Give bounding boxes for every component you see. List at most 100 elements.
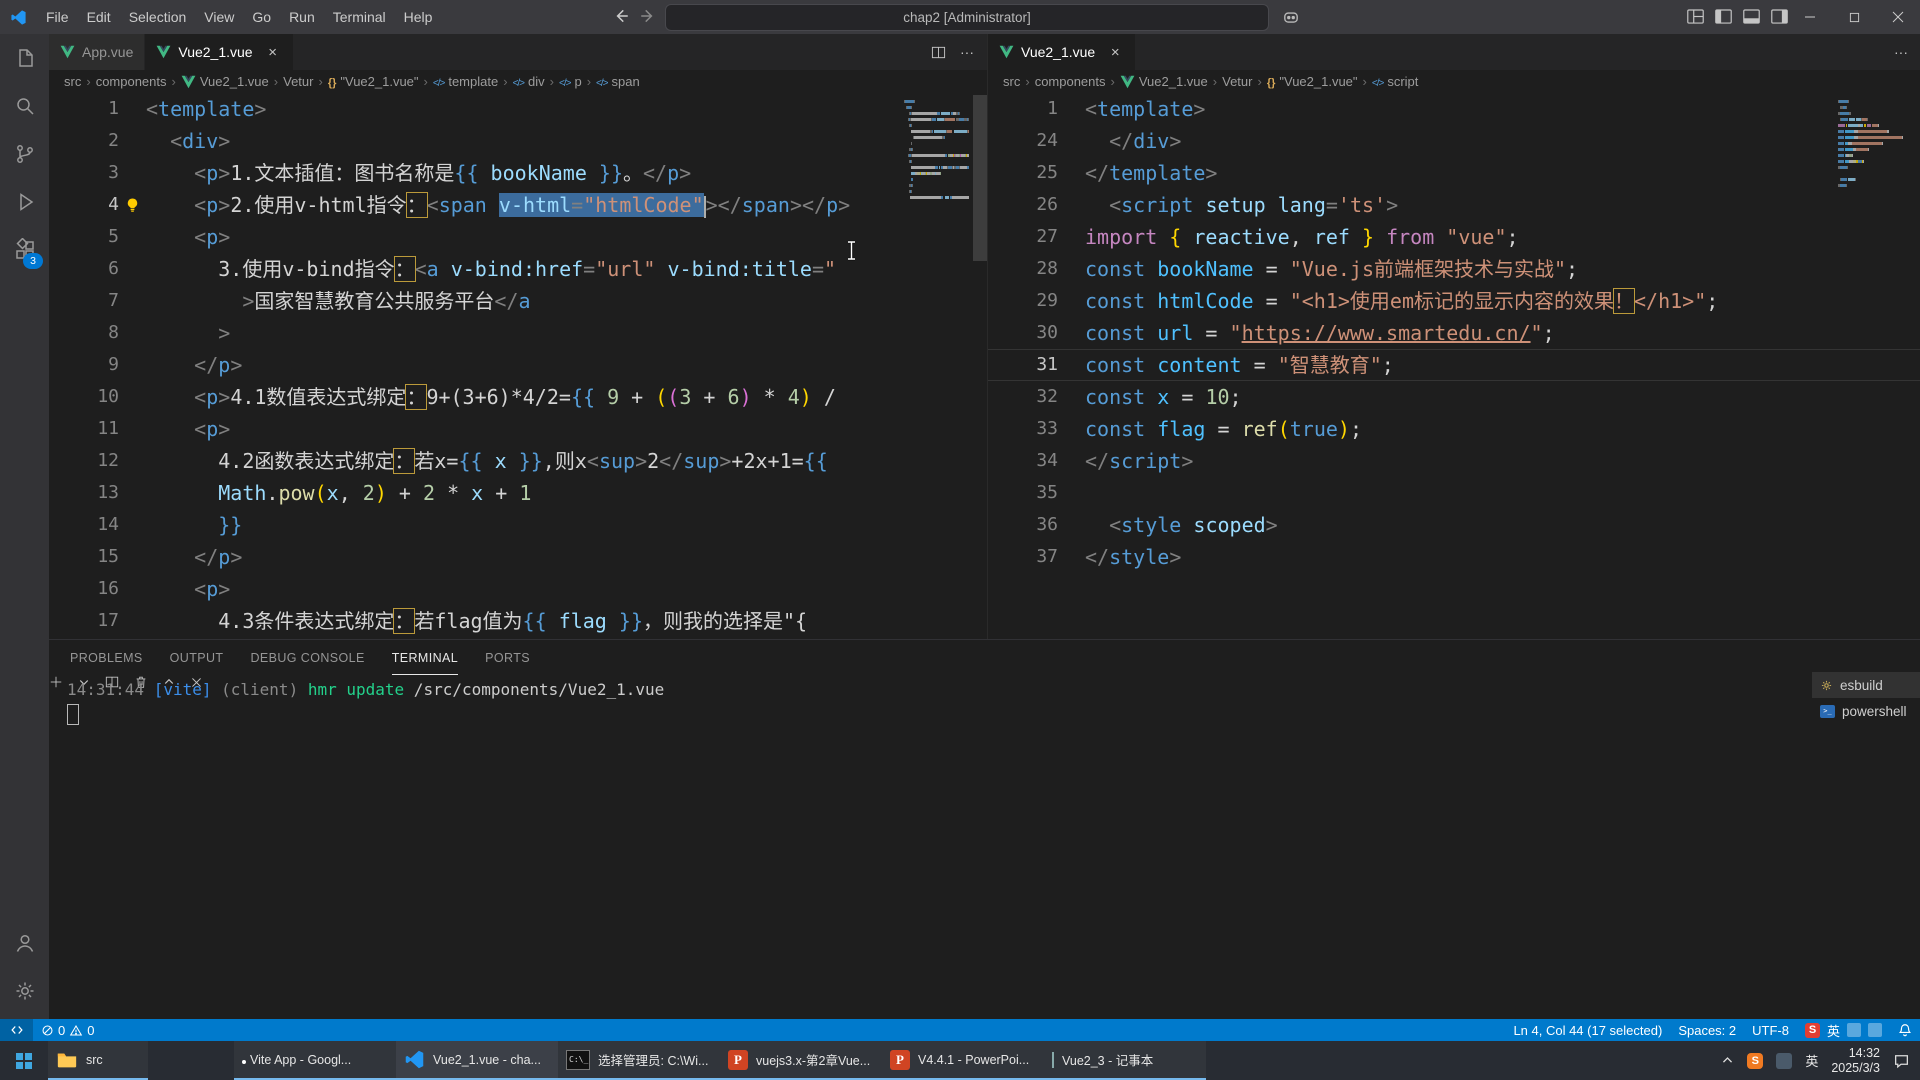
- ime-tools-icon[interactable]: [1868, 1023, 1882, 1037]
- action-center-icon[interactable]: [1893, 1052, 1910, 1069]
- indentation[interactable]: Spaces: 2: [1670, 1019, 1744, 1041]
- code-line[interactable]: 1<template>: [988, 93, 1920, 125]
- breadcrumb-item[interactable]: components: [96, 74, 167, 89]
- code-line[interactable]: 9 </p>: [49, 349, 987, 381]
- tab-vue2_1-vue[interactable]: Vue2_1.vue×: [145, 34, 293, 70]
- code-line[interactable]: 2 <div>: [49, 125, 987, 157]
- taskbar-button-3[interactable]: Vue2_1.vue - cha...: [396, 1041, 558, 1080]
- code-line[interactable]: 37</style>: [988, 541, 1920, 573]
- code-line[interactable]: 8 >: [49, 317, 987, 349]
- code-line[interactable]: 24 </div>: [988, 125, 1920, 157]
- toggle-sidebar-icon[interactable]: [1714, 7, 1733, 26]
- breadcrumb-item[interactable]: </>template: [433, 74, 498, 89]
- tray-ime-indicator[interactable]: 英: [1805, 1051, 1818, 1070]
- code-line[interactable]: 15 </p>: [49, 541, 987, 573]
- code-line[interactable]: 35: [988, 477, 1920, 509]
- code-line[interactable]: 12 4.2函数表达式绑定：若x={{ x }},则x<sup>2</sup>+…: [49, 445, 987, 477]
- menu-run[interactable]: Run: [280, 0, 324, 34]
- code-line[interactable]: 27import { reactive, ref } from "vue";: [988, 221, 1920, 253]
- sogou-ime-toolbar[interactable]: S 英: [1797, 1019, 1890, 1041]
- new-terminal-icon[interactable]: [49, 675, 63, 689]
- code-line[interactable]: 33const flag = ref(true);: [988, 413, 1920, 445]
- taskbar-button-7[interactable]: Vue2_3 - 记事本: [1044, 1041, 1206, 1080]
- toggle-panel-icon[interactable]: [1742, 7, 1761, 26]
- menu-edit[interactable]: Edit: [78, 0, 120, 34]
- terminal-output[interactable]: 14:31:44 [vite] (client) hmr update /src…: [67, 678, 664, 725]
- code-line[interactable]: 4 <p>2.使用v-html指令：<span v-html="htmlCode…: [49, 189, 987, 221]
- code-line[interactable]: 11 <p>: [49, 413, 987, 445]
- code-editor[interactable]: 1<template>2 <div>3 <p>1.文本插值：图书名称是{{ bo…: [49, 93, 987, 639]
- extensions-icon[interactable]: 3: [0, 226, 49, 274]
- explorer-icon[interactable]: [0, 34, 49, 82]
- tray-clock[interactable]: 14:32 2025/3/3: [1831, 1046, 1880, 1076]
- tray-sogou-icon[interactable]: S: [1747, 1053, 1763, 1069]
- code-line[interactable]: 14 }}: [49, 509, 987, 541]
- code-line[interactable]: 17 4.3条件表达式绑定：若flag值为{{ flag }}，则我的选择是"{: [49, 605, 987, 637]
- minimap[interactable]: [1838, 96, 1920, 188]
- code-line[interactable]: 10 <p>4.1数值表达式绑定：9+(3+6)*4/2={{ 9 + ((3 …: [49, 381, 987, 413]
- forward-arrow-icon[interactable]: [639, 7, 657, 25]
- copilot-icon[interactable]: [1282, 8, 1300, 26]
- minimap[interactable]: [904, 96, 969, 200]
- toggle-secondary-sidebar-icon[interactable]: [1770, 7, 1789, 26]
- scrollbar-thumb[interactable]: [973, 95, 987, 261]
- code-line[interactable]: 25</template>: [988, 157, 1920, 189]
- sogou-icon[interactable]: S: [1805, 1023, 1820, 1038]
- split-editor-icon[interactable]: [931, 45, 946, 60]
- breadcrumb-item[interactable]: </>script: [1372, 74, 1419, 89]
- maximize-button[interactable]: [1832, 0, 1876, 34]
- tray-chevron-up-icon[interactable]: [1721, 1054, 1734, 1067]
- code-line[interactable]: 36 <style scoped>: [988, 509, 1920, 541]
- search-icon[interactable]: [0, 82, 49, 130]
- terminal-process-esbuild[interactable]: esbuild: [1812, 672, 1920, 698]
- more-actions-icon[interactable]: ···: [960, 44, 974, 60]
- code-line[interactable]: 13 Math.pow(x, 2) + 2 * x + 1: [49, 477, 987, 509]
- panel-tab-terminal[interactable]: TERMINAL: [392, 640, 458, 675]
- code-line[interactable]: 34</script>: [988, 445, 1920, 477]
- tray-app-icon[interactable]: [1776, 1053, 1792, 1069]
- breadcrumb-item[interactable]: Vetur: [283, 74, 313, 89]
- breadcrumb-item[interactable]: src: [64, 74, 81, 89]
- code-line[interactable]: 26 <script setup lang='ts'>: [988, 189, 1920, 221]
- close-tab-icon[interactable]: ×: [264, 44, 282, 61]
- command-center[interactable]: chap2 [Administrator]: [665, 4, 1269, 31]
- start-button[interactable]: [0, 1041, 48, 1080]
- code-line[interactable]: 28const bookName = "Vue.js前端框架技术与实战";: [988, 253, 1920, 285]
- terminal-process-powershell[interactable]: >_powershell: [1812, 698, 1920, 724]
- code-line[interactable]: 1<template>: [49, 93, 987, 125]
- panel-tab-output[interactable]: OUTPUT: [170, 640, 224, 675]
- breadcrumb-item[interactable]: src: [1003, 74, 1020, 89]
- breadcrumb-item[interactable]: Vetur: [1222, 74, 1252, 89]
- breadcrumb-item[interactable]: </>span: [596, 74, 640, 89]
- code-line[interactable]: 30const url = "https://www.smartedu.cn/"…: [988, 317, 1920, 349]
- lightbulb-icon[interactable]: [125, 197, 140, 213]
- panel-tab-ports[interactable]: PORTS: [485, 640, 530, 675]
- settings-gear-icon[interactable]: [0, 967, 49, 1015]
- breadcrumb-item[interactable]: components: [1035, 74, 1106, 89]
- taskbar-button-1[interactable]: src: [48, 1041, 148, 1080]
- panel-tab-debug-console[interactable]: DEBUG CONSOLE: [250, 640, 364, 675]
- account-icon[interactable]: [0, 919, 49, 967]
- problems-indicator[interactable]: 0 0: [33, 1019, 102, 1041]
- encoding[interactable]: UTF-8: [1744, 1019, 1797, 1041]
- breadcrumb-item[interactable]: {}"Vue2_1.vue": [328, 74, 419, 89]
- more-actions-icon[interactable]: ···: [1894, 44, 1908, 60]
- breadcrumb-item[interactable]: {}"Vue2_1.vue": [1267, 74, 1358, 89]
- close-tab-icon[interactable]: ×: [1106, 44, 1124, 61]
- close-window-button[interactable]: [1876, 0, 1920, 34]
- back-arrow-icon[interactable]: [612, 7, 630, 25]
- menu-view[interactable]: View: [195, 0, 243, 34]
- cursor-position[interactable]: Ln 4, Col 44 (17 selected): [1505, 1019, 1670, 1041]
- ime-keyboard-icon[interactable]: [1847, 1023, 1861, 1037]
- ime-mode-label[interactable]: 英: [1827, 1021, 1840, 1040]
- tab-vue2_1-vue[interactable]: Vue2_1.vue×: [988, 34, 1136, 70]
- code-line[interactable]: 31const content = "智慧教育";: [988, 349, 1920, 381]
- run-debug-icon[interactable]: [0, 178, 49, 226]
- menu-selection[interactable]: Selection: [120, 0, 196, 34]
- menu-help[interactable]: Help: [395, 0, 442, 34]
- minimize-button[interactable]: [1788, 0, 1832, 34]
- breadcrumb-item[interactable]: </>div: [513, 74, 545, 89]
- breadcrumb-item[interactable]: </>p: [559, 74, 582, 89]
- code-line[interactable]: 29const htmlCode = "<h1>使用em标记的显示内容的效果！<…: [988, 285, 1920, 317]
- taskbar-button-4[interactable]: C:\_选择管理员: C:\Wi...: [558, 1041, 720, 1080]
